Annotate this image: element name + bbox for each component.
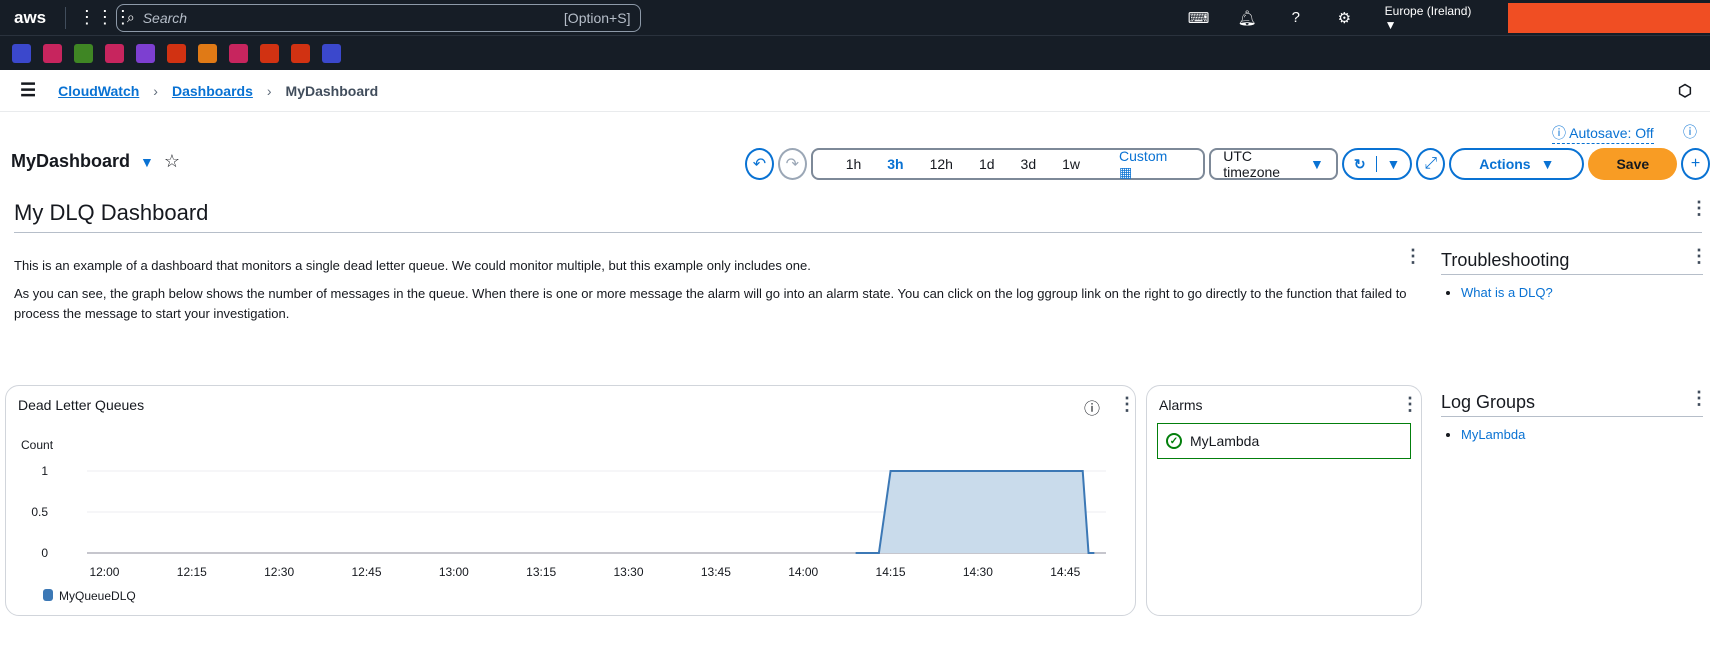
x-tick-label: 14:45 <box>1050 565 1080 579</box>
x-tick-label: 14:15 <box>876 565 906 579</box>
x-tick-label: 12:45 <box>351 565 381 579</box>
link-log-group[interactable]: MyLambda <box>1461 427 1525 442</box>
legend-label: MyQueueDLQ <box>59 589 136 603</box>
widget-title: Log Groups <box>1441 392 1703 417</box>
chart: Count 0 0.5 1 12:00 12:15 12:30 12:45 13:00 13:15… <box>21 438 1106 603</box>
x-tick-label: 12:00 <box>89 565 119 579</box>
x-tick-label: 12:15 <box>177 565 207 579</box>
alarm-item[interactable]: ✓ MyLambda <box>1157 423 1411 459</box>
log-groups-widget: Log Groups MyLambda <box>1441 392 1703 442</box>
x-tick-label: 14:00 <box>788 565 818 579</box>
more-icon[interactable]: ⋮ <box>1401 394 1419 415</box>
y-tick-label: 1 <box>41 464 48 478</box>
status-ok-icon: ✓ <box>1166 433 1182 449</box>
y-tick-label: 0.5 <box>31 505 48 519</box>
legend-swatch <box>43 589 53 601</box>
x-tick-label: 14:30 <box>963 565 993 579</box>
series-area <box>855 471 1095 553</box>
x-tick-label: 13:15 <box>526 565 556 579</box>
alarms-widget: Alarms ⋮ ✓ MyLambda <box>1146 385 1422 616</box>
y-tick-label: 0 <box>41 546 48 560</box>
widget-title: Alarms <box>1159 397 1203 413</box>
x-tick-label: 12:30 <box>264 565 294 579</box>
x-tick-label: 13:45 <box>701 565 731 579</box>
alarm-name: MyLambda <box>1190 433 1260 449</box>
y-axis-label: Count <box>21 438 54 452</box>
more-icon[interactable]: ⋮ <box>1690 388 1708 409</box>
x-tick-label: 13:00 <box>439 565 469 579</box>
x-tick-label: 13:30 <box>614 565 644 579</box>
